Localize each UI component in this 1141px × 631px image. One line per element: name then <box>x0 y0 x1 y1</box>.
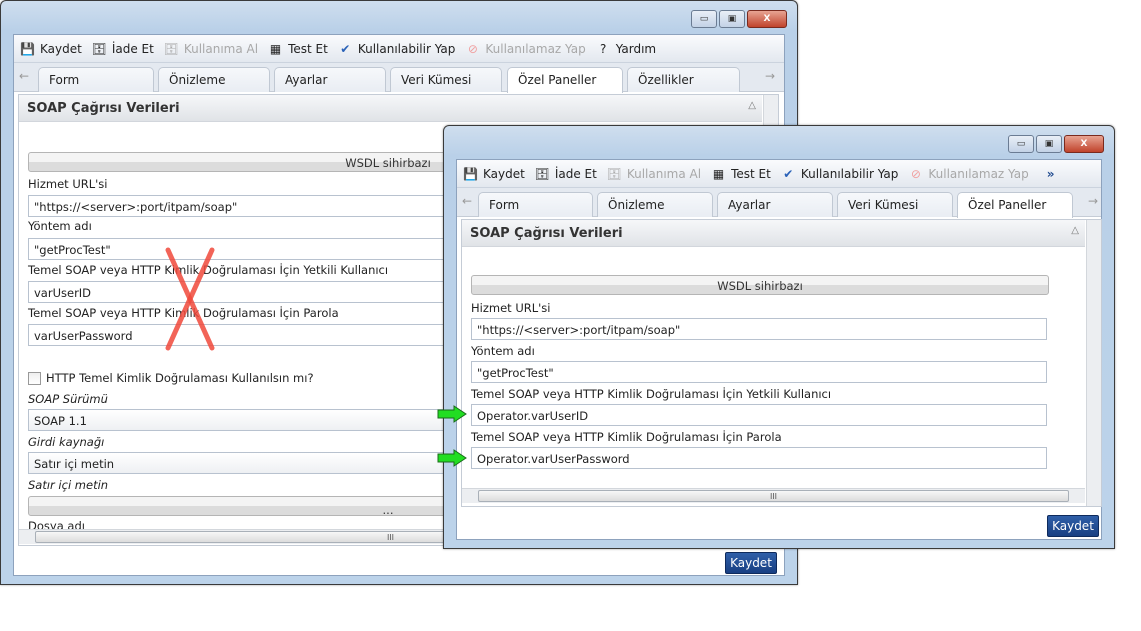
more-tools-button[interactable]: » <box>1047 167 1055 181</box>
tab-dataset[interactable]: Veri Kümesi <box>837 192 953 217</box>
tab-scroll-left-icon[interactable]: ← <box>16 69 32 89</box>
tab-custom-panels[interactable]: Özel Paneller <box>507 67 623 93</box>
tab-preview[interactable]: Önizleme <box>158 67 270 92</box>
url-input[interactable]: "https://<server>:port/itpam/soap" <box>471 318 1047 340</box>
panel-title: SOAP Çağrısı Verileri <box>470 226 623 241</box>
label: Kullanıma Al <box>626 166 702 181</box>
enable-tool[interactable]: ✔ Kullanılabilir Yap <box>781 166 899 181</box>
save-button[interactable]: Kaydet <box>1047 515 1099 537</box>
checkbox-box[interactable] <box>28 371 41 385</box>
scroll-thumb[interactable]: III <box>478 490 1069 502</box>
horizontal-scrollbar[interactable]: III <box>462 488 1085 503</box>
enable-tool[interactable]: ✔ Kullanılabilir Yap <box>338 41 456 56</box>
panel-header[interactable]: SOAP Çağrısı Verileri △ <box>19 95 762 122</box>
tab-form[interactable]: Form <box>478 192 593 217</box>
password-label: Temel SOAP veya HTTP Kimlik Doğrulaması … <box>471 430 782 444</box>
disable-tool[interactable]: ⊘ Kullanılamaz Yap <box>465 41 586 56</box>
soap-version-label: SOAP Sürümü <box>28 392 108 406</box>
panel-title: SOAP Çağrısı Verileri <box>27 101 180 116</box>
help-icon: ? <box>600 41 607 56</box>
save-tool[interactable]: 💾 Kaydet <box>20 41 82 56</box>
toolbar: 💾 Kaydet 🗄 İade Et 🗄 Kullanıma Al ▦ Test Et … <box>457 160 1101 188</box>
disable-tool[interactable]: ⊘ Kullanılamaz Yap <box>908 166 1029 181</box>
wsdl-wizard-button[interactable]: WSDL sihirbazı <box>471 275 1049 295</box>
checkout-icon: 🗄 <box>606 166 622 181</box>
floppy-icon: 💾 <box>463 166 478 181</box>
tab-scroll-right-icon[interactable]: → <box>762 69 778 89</box>
minimize-button[interactable]: ▭ <box>691 10 717 28</box>
tab-preview[interactable]: Önizleme <box>597 192 713 217</box>
inline-text-label: Satır içi metin <box>28 478 109 492</box>
checkout-tool[interactable]: 🗄 Kullanıma Al <box>607 166 701 181</box>
content-panel: SOAP Çağrısı Verileri △ WSDL sihirbazı Hi… <box>461 219 1102 507</box>
checkout-icon: 🗄 <box>163 41 179 56</box>
label: İade Et <box>111 41 154 56</box>
test-tool[interactable]: ▦ Test Et <box>268 41 328 56</box>
method-label: Yöntem adı <box>28 219 92 233</box>
method-label: Yöntem adı <box>471 344 535 358</box>
save-tool[interactable]: 💾 Kaydet <box>463 166 525 181</box>
tab-scroll-right-icon[interactable]: → <box>1085 194 1101 214</box>
floppy-icon: 💾 <box>20 41 35 56</box>
panel-header[interactable]: SOAP Çağrısı Verileri △ <box>462 220 1085 247</box>
label: Test Et <box>731 166 771 181</box>
url-label: Hizmet URL'si <box>28 177 108 191</box>
url-label: Hizmet URL'si <box>471 301 551 315</box>
forbidden-icon: ⊘ <box>467 41 478 56</box>
checkin-tool[interactable]: 🗄 İade Et <box>92 41 154 56</box>
green-arrow-icon <box>437 449 467 467</box>
maximize-button[interactable]: ▣ <box>1036 135 1062 153</box>
label: Kullanıma Al <box>183 41 259 56</box>
tab-scroll-left-icon[interactable]: ← <box>459 194 475 214</box>
user-label: Temel SOAP veya HTTP Kimlik Doğrulaması … <box>471 387 832 401</box>
check-circle-icon: ✔ <box>783 166 794 181</box>
green-arrow-icon <box>437 405 467 423</box>
method-input[interactable]: "getProcTest" <box>471 361 1047 383</box>
test-icon: ▦ <box>712 166 725 181</box>
tab-settings[interactable]: Ayarlar <box>717 192 833 217</box>
test-tool[interactable]: ▦ Test Et <box>711 166 771 181</box>
wrong-cross-icon <box>165 247 215 351</box>
close-button[interactable]: X <box>747 10 787 28</box>
front-window: ▭ ▣ X 💾 Kaydet 🗄 İade Et 🗄 Kullanıma Al ▦ Test… <box>443 125 1115 549</box>
forbidden-icon: ⊘ <box>910 166 921 181</box>
label: Kullanılabilir Yap <box>800 166 899 181</box>
label: Kullanılabilir Yap <box>357 41 456 56</box>
input-source-label: Girdi kaynağı <box>28 435 105 449</box>
label: Kaydet <box>40 41 82 56</box>
checkout-tool[interactable]: 🗄 Kullanıma Al <box>164 41 258 56</box>
label: Test Et <box>288 41 328 56</box>
minimize-button[interactable]: ▭ <box>1008 135 1034 153</box>
save-button[interactable]: Kaydet <box>725 552 777 574</box>
tab-bar: ← Form Önizleme Ayarlar Veri Kümesi Özel… <box>14 63 784 93</box>
checkin-icon: 🗄 <box>534 166 550 181</box>
maximize-button[interactable]: ▣ <box>719 10 745 28</box>
label: İade Et <box>554 166 597 181</box>
close-button[interactable]: X <box>1064 135 1104 153</box>
tab-bar: ← Form Önizleme Ayarlar Veri Kümesi Özel… <box>457 188 1101 218</box>
label: Yardım <box>615 41 657 56</box>
check-circle-icon: ✔ <box>340 41 351 56</box>
tab-settings[interactable]: Ayarlar <box>274 67 386 92</box>
collapse-icon[interactable]: △ <box>1071 225 1079 236</box>
label: Kaydet <box>483 166 525 181</box>
label: Kullanılamaz Yap <box>928 166 1029 181</box>
vertical-scrollbar[interactable] <box>1086 220 1101 506</box>
collapse-icon[interactable]: △ <box>748 100 756 111</box>
help-tool[interactable]: ? Yardım <box>596 41 656 56</box>
password-input[interactable]: Operator.varUserPassword <box>471 447 1047 469</box>
toolbar: 💾 Kaydet 🗄 İade Et 🗄 Kullanıma Al ▦ Test Et … <box>14 35 784 63</box>
label: Kullanılamaz Yap <box>485 41 586 56</box>
checkin-icon: 🗄 <box>91 41 107 56</box>
checkbox-label: HTTP Temel Kimlik Doğrulaması Kullanılsı… <box>46 371 314 385</box>
tab-form[interactable]: Form <box>38 67 154 92</box>
test-icon: ▦ <box>269 41 282 56</box>
checkin-tool[interactable]: 🗄 İade Et <box>535 166 597 181</box>
http-auth-checkbox[interactable]: HTTP Temel Kimlik Doğrulaması Kullanılsı… <box>28 371 314 385</box>
user-input[interactable]: Operator.varUserID <box>471 404 1047 426</box>
tab-custom-panels[interactable]: Özel Paneller <box>957 192 1073 218</box>
tab-properties[interactable]: Özellikler <box>627 67 740 92</box>
tab-dataset[interactable]: Veri Kümesi <box>390 67 502 92</box>
